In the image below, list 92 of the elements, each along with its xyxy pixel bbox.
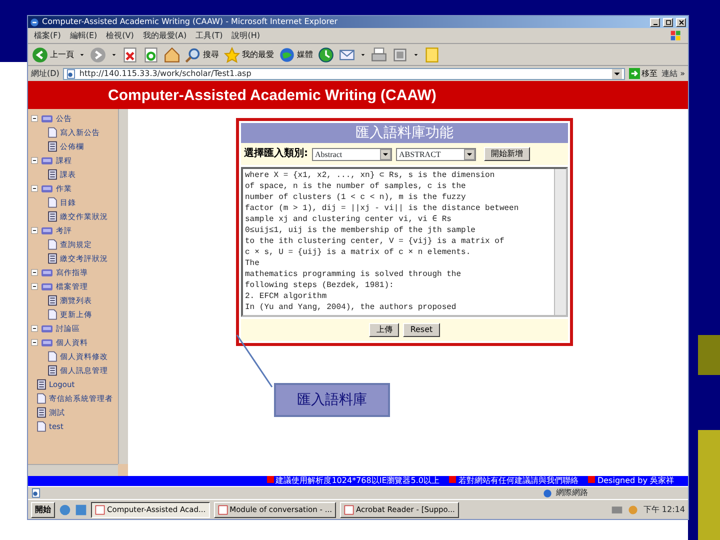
status-zone: 網際網路 — [556, 488, 588, 498]
collapse-icon[interactable] — [31, 156, 38, 164]
page-icon — [47, 126, 58, 138]
page-icon — [36, 392, 47, 404]
history-icon[interactable] — [318, 46, 334, 62]
maximize-icon — [664, 18, 672, 26]
home-icon[interactable] — [164, 46, 180, 62]
menu-item[interactable]: 檢視(V) — [106, 30, 134, 40]
page-icon — [66, 68, 76, 78]
folder-icon — [40, 182, 54, 194]
dropdown-arrow-icon[interactable] — [79, 52, 85, 58]
collapse-icon[interactable] — [31, 338, 38, 346]
go-button[interactable]: 移至 — [628, 68, 658, 79]
collapse-icon[interactable] — [31, 184, 38, 192]
page-icon — [47, 196, 58, 208]
minimize-button[interactable] — [650, 18, 660, 26]
panel-title: 匯入語料庫功能 — [241, 123, 568, 143]
page-icon — [47, 308, 58, 320]
document-icon — [47, 294, 58, 306]
edit-icon[interactable] — [392, 46, 408, 62]
window-icon — [218, 504, 228, 514]
document-icon — [36, 378, 47, 390]
category-label: 選擇匯入類別: — [244, 148, 308, 160]
document-icon — [47, 140, 58, 152]
document-icon — [47, 210, 58, 222]
menu-item[interactable]: 檔案(F) — [34, 30, 61, 40]
collapse-icon[interactable] — [31, 282, 38, 290]
window-title: Computer-Assisted Academic Writing (CAAW) - Microsoft Internet Explorer — [42, 17, 339, 27]
scrollbar[interactable] — [28, 464, 118, 476]
menu-item[interactable]: 說明(H) — [232, 30, 260, 40]
open-button[interactable]: 開始新增 — [484, 147, 530, 161]
stop-icon[interactable] — [122, 46, 138, 62]
search-button[interactable]: 搜尋 — [185, 46, 219, 62]
folder-icon — [40, 154, 54, 166]
form-button[interactable]: Reset — [403, 323, 440, 337]
document-icon — [47, 252, 58, 264]
menu-item[interactable]: 編輯(E) — [70, 30, 98, 40]
folder-icon — [40, 112, 54, 124]
page-icon — [47, 238, 58, 250]
dropdown-arrow-icon[interactable] — [413, 52, 419, 58]
marquee-text: Designed by 吳家祥 — [588, 476, 674, 486]
globe-icon — [543, 488, 552, 498]
document-icon — [36, 406, 47, 418]
folder-icon — [40, 322, 54, 334]
close-icon — [678, 18, 684, 26]
address-field[interactable]: http://140.115.33.3/work/scholar/Test1.asp — [63, 68, 625, 80]
collapse-icon[interactable] — [31, 324, 38, 332]
windows-logo-icon — [670, 30, 682, 42]
folder-icon — [40, 280, 54, 292]
scrollbar[interactable] — [118, 109, 128, 464]
folder-icon — [40, 266, 54, 278]
marquee-text: 建議使用解析度1024*768以IE瀏覽器5.0以上 — [266, 476, 440, 486]
folder-icon — [40, 336, 54, 348]
text-area-field[interactable]: where X = {x1, x2, ..., xn} ⊂ Rs, s is the dimension of space, n is the number of samples, c is the number of clusters (1 < c < n), m is the fuzzy factor (m > 1), dij = ||xj - vi|| is the distance between sample xj and clustering center vi, vi ∈ Rs 0≤uij≤1, uij is the membership of the jth sample to the ith clustering center, V = {vij} is a matrix of c × s, U = {uij} is a matrix of c × n elements. The mathematics programming is solved through the following steps (Bezdek, 1981): 2. EFCM algorithm In (Yu and Yang, 2004), the authors proposed — [241, 167, 568, 317]
window-icon — [95, 504, 105, 514]
globe-icon — [279, 46, 295, 62]
site-banner: Computer-Assisted Academic Writing (CAAW) — [28, 81, 688, 109]
address-label: 網址(D) — [31, 68, 60, 78]
dropdown-arrow-icon[interactable] — [111, 52, 117, 58]
back-button[interactable]: 上一頁 — [32, 46, 74, 62]
document-icon — [47, 364, 58, 376]
printer-icon[interactable] — [371, 46, 387, 62]
refresh-icon[interactable] — [143, 46, 159, 62]
category-select[interactable]: Abstract — [312, 148, 392, 160]
links-label[interactable]: 連結 » — [662, 68, 685, 78]
collapse-icon[interactable] — [31, 114, 38, 122]
star-icon — [224, 46, 240, 62]
ie-icon — [30, 18, 39, 26]
favorites-button[interactable]: 我的最愛 — [224, 46, 274, 62]
media-button[interactable]: 媒體 — [279, 46, 313, 62]
menu-item[interactable]: 工具(T) — [196, 30, 223, 40]
marquee-text: 若對網站有任何建議請與我們聯絡 — [449, 476, 578, 486]
callout-label: 匯入語料庫 — [274, 383, 390, 417]
close-button[interactable] — [676, 18, 686, 26]
maximize-button[interactable] — [663, 18, 673, 26]
go-arrow-icon — [628, 68, 640, 79]
window-icon — [344, 504, 354, 514]
section-select[interactable]: ABSTRACT — [396, 148, 476, 160]
menu-item[interactable]: 我的最愛(A) — [142, 30, 187, 40]
clock: 下午 12:14 — [643, 504, 685, 514]
collapse-icon[interactable] — [31, 226, 38, 234]
folder-icon — [40, 224, 54, 236]
start-button[interactable]: 開始 — [31, 502, 55, 518]
form-button[interactable]: 上傳 — [369, 323, 400, 337]
dropdown-arrow-icon[interactable] — [360, 52, 366, 58]
page-icon — [47, 350, 58, 362]
page-icon — [36, 420, 47, 432]
search-icon — [185, 46, 201, 62]
document-icon — [47, 168, 58, 180]
slide-decoration — [698, 335, 720, 375]
collapse-icon[interactable] — [31, 268, 38, 276]
leader-line — [236, 334, 274, 389]
